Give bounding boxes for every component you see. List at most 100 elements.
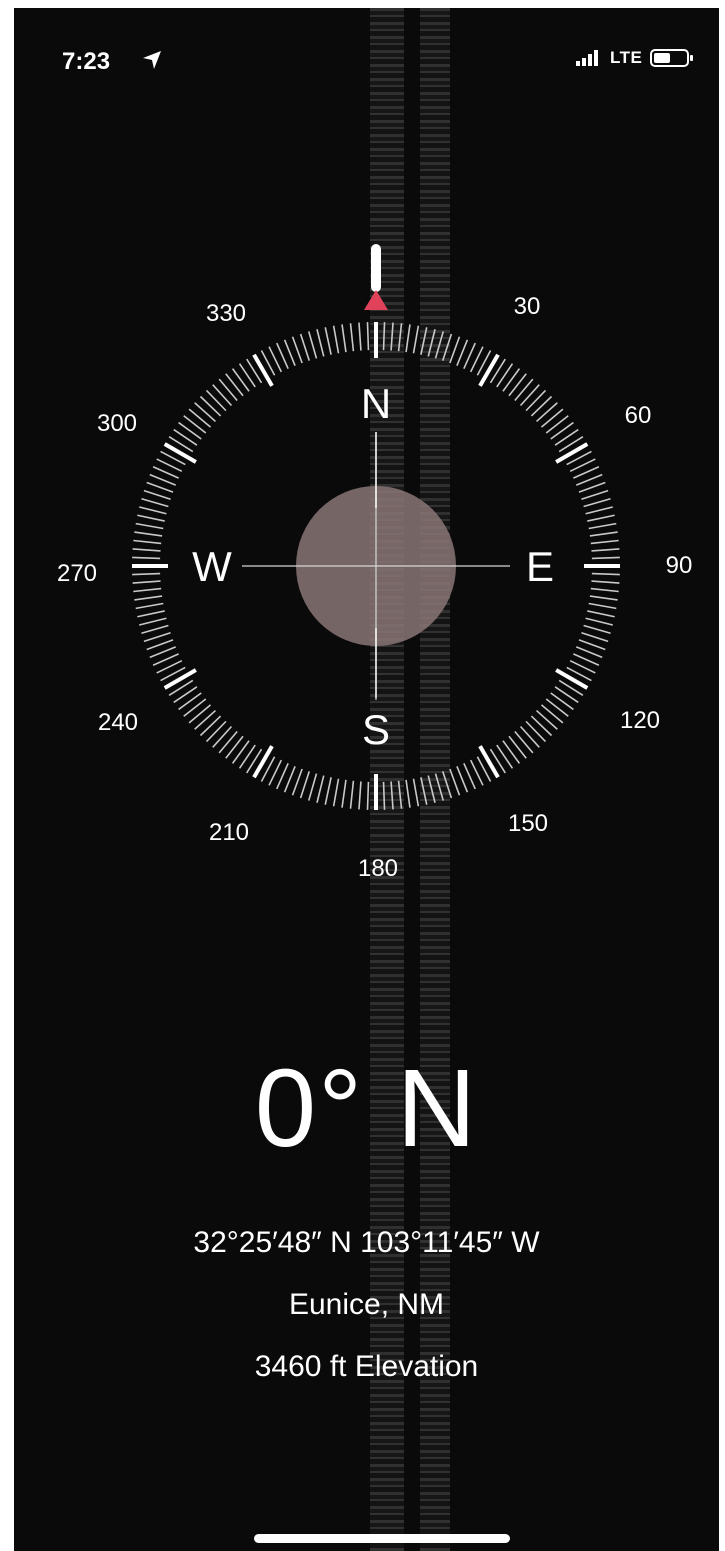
minor-tick xyxy=(496,363,514,388)
minor-tick xyxy=(502,740,521,764)
minor-tick xyxy=(587,514,615,522)
major-tick xyxy=(252,353,274,387)
minor-tick xyxy=(238,744,256,769)
major-tick xyxy=(478,745,500,779)
minor-tick xyxy=(141,497,169,508)
minor-tick xyxy=(225,373,244,397)
minor-tick xyxy=(139,617,167,626)
minor-tick xyxy=(188,408,212,428)
minor-tick xyxy=(316,329,325,357)
minor-tick xyxy=(358,781,362,810)
minor-tick xyxy=(366,781,370,810)
minor-tick xyxy=(578,481,606,493)
minor-tick xyxy=(427,775,436,803)
major-tick xyxy=(163,442,197,464)
minor-tick xyxy=(307,773,318,801)
minor-tick xyxy=(332,325,340,354)
compass-dial[interactable]: N E S W 30 60 90 120 150 180 210 240 270… xyxy=(14,8,719,908)
minor-tick xyxy=(575,473,603,486)
minor-tick xyxy=(238,363,256,388)
minor-tick xyxy=(341,324,347,353)
minor-tick xyxy=(412,325,420,354)
minor-tick xyxy=(525,720,547,743)
major-tick xyxy=(478,353,500,387)
minor-tick xyxy=(149,646,177,659)
minor-tick xyxy=(332,778,340,807)
minor-tick xyxy=(173,428,198,446)
minor-tick xyxy=(545,415,569,434)
cardinal-n: N xyxy=(361,380,391,427)
degree-label-270: 270 xyxy=(57,560,97,587)
north-heading-marker xyxy=(364,244,388,310)
minor-tick xyxy=(199,395,222,417)
minor-tick xyxy=(508,735,527,759)
minor-tick xyxy=(135,602,164,610)
minor-tick xyxy=(390,322,394,351)
minor-tick xyxy=(366,322,370,351)
minor-tick xyxy=(502,368,521,392)
degree-label-60: 60 xyxy=(625,402,652,429)
minor-tick xyxy=(405,779,411,808)
minor-tick xyxy=(299,333,311,361)
minor-tick xyxy=(143,489,171,501)
degree-label-180: 180 xyxy=(358,855,398,882)
minor-tick xyxy=(291,336,303,364)
cardinal-s: S xyxy=(362,706,390,753)
minor-tick xyxy=(535,402,558,423)
minor-tick xyxy=(449,336,461,364)
minor-tick xyxy=(194,402,217,423)
major-tick xyxy=(555,442,589,464)
minor-tick xyxy=(324,777,332,805)
minor-tick xyxy=(183,415,207,434)
degree-label-120: 120 xyxy=(620,707,660,734)
minor-tick xyxy=(591,556,620,560)
minor-tick xyxy=(382,322,386,351)
minor-tick xyxy=(283,765,296,793)
minor-tick xyxy=(146,639,174,651)
minor-tick xyxy=(590,539,619,545)
minor-tick xyxy=(135,522,164,530)
minor-tick xyxy=(137,514,165,522)
minor-tick xyxy=(149,473,177,486)
minor-tick xyxy=(519,725,540,748)
home-indicator[interactable] xyxy=(254,1534,510,1543)
minor-tick xyxy=(583,497,611,508)
minor-tick xyxy=(427,329,436,357)
minor-tick xyxy=(390,781,394,810)
minor-tick xyxy=(540,408,564,428)
minor-tick xyxy=(212,725,233,748)
minor-tick xyxy=(591,580,620,584)
minor-tick xyxy=(588,522,617,530)
minor-tick xyxy=(143,631,171,643)
minor-tick xyxy=(231,740,250,764)
minor-tick xyxy=(218,378,238,402)
major-tick xyxy=(252,745,274,779)
coordinates-text[interactable]: 32°25′48″ N 103°11′45″ W xyxy=(14,1226,719,1260)
minor-tick xyxy=(420,777,428,805)
minor-tick xyxy=(283,339,296,367)
minor-tick xyxy=(141,624,169,635)
minor-tick xyxy=(212,384,233,407)
major-tick xyxy=(163,668,197,690)
minor-tick xyxy=(441,771,453,799)
minor-tick xyxy=(194,709,217,730)
minor-tick xyxy=(382,781,386,810)
minor-tick xyxy=(581,489,609,501)
minor-tick xyxy=(441,333,453,361)
location-name: Eunice, NM xyxy=(288,1288,445,1321)
minor-tick xyxy=(358,322,362,351)
minor-tick xyxy=(590,587,619,593)
degree-label-300: 300 xyxy=(97,410,137,437)
cardinal-e: E xyxy=(526,543,554,590)
minor-tick xyxy=(434,331,445,359)
minor-tick xyxy=(188,704,212,724)
minor-tick xyxy=(134,595,163,601)
cardinal-w: W xyxy=(192,543,232,590)
minor-tick xyxy=(205,720,227,743)
minor-tick xyxy=(449,768,461,796)
minor-tick xyxy=(178,421,202,440)
minor-tick xyxy=(591,548,620,552)
minor-tick xyxy=(133,539,162,545)
minor-tick xyxy=(575,646,603,659)
degree-label-240: 240 xyxy=(98,709,138,736)
